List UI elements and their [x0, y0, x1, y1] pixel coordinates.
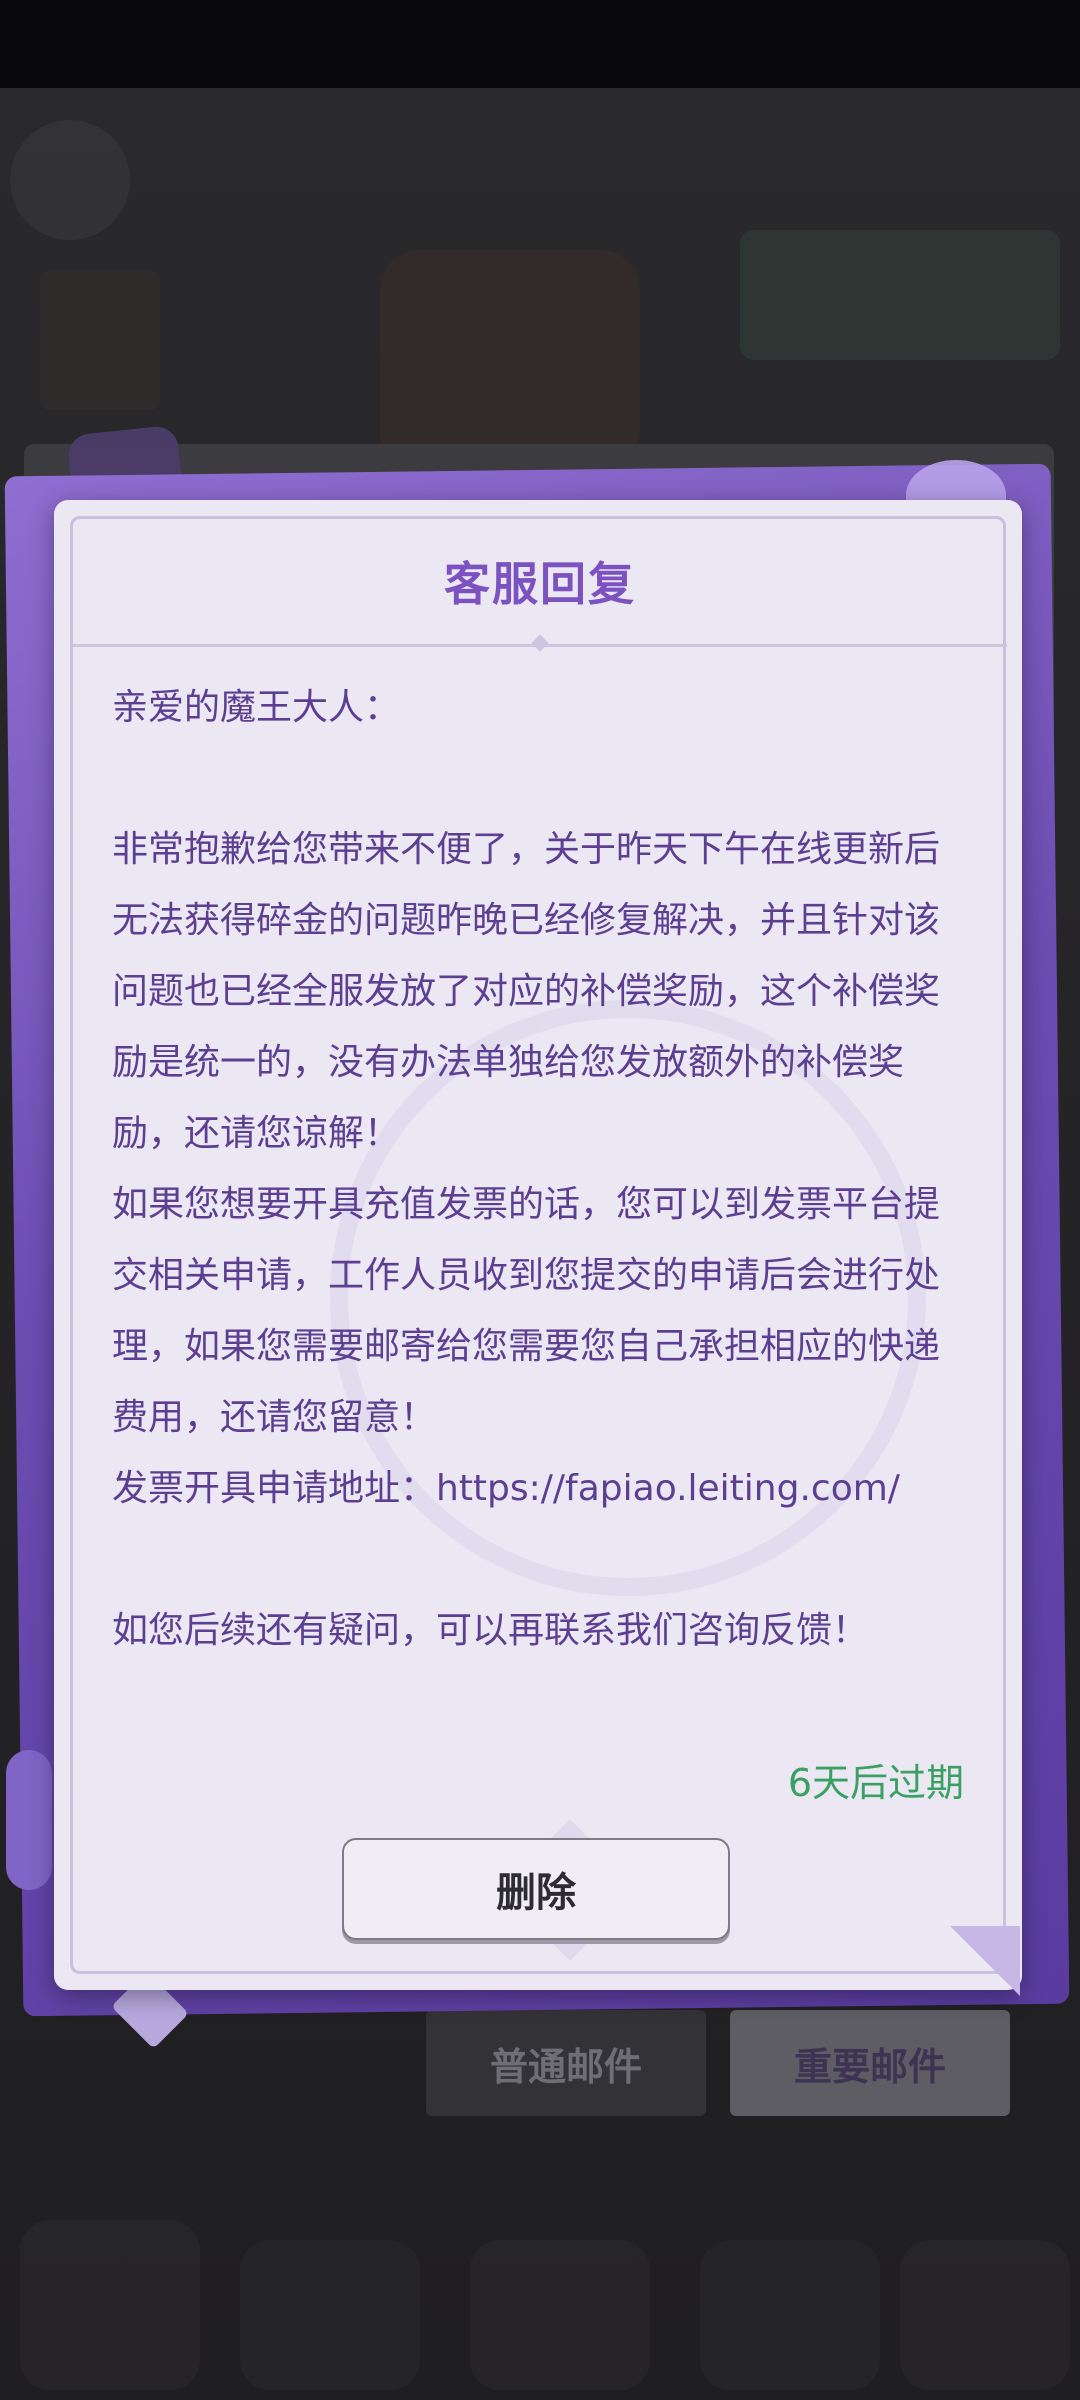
- closing-text: 如您后续还有疑问，可以再联系我们咨询反馈！: [112, 1610, 869, 1651]
- page-corner-fold: [950, 1926, 1020, 1996]
- delete-button[interactable]: 删除: [342, 1838, 730, 1940]
- bottom-nav-item: [20, 2220, 200, 2390]
- message-paragraph: 如果您想要开具充值发票的话，您可以到发票平台提交相关申请，工作人员收到您提交的申…: [112, 1184, 941, 1438]
- bottom-nav-item: [900, 2240, 1070, 2390]
- greeting: 亲爱的魔王大人：: [112, 687, 401, 728]
- bottom-nav-item: [700, 2240, 880, 2390]
- ribbon-decoration: [6, 1750, 52, 1890]
- bottom-nav-item: [470, 2240, 650, 2390]
- bottom-nav-item: [240, 2240, 420, 2390]
- message-body: 亲爱的魔王大人： 非常抱歉给您带来不便了，关于昨天下午在线更新后无法获得碎金的问…: [112, 672, 972, 1666]
- background-decoration: [740, 230, 1060, 360]
- avatar: [10, 120, 130, 240]
- message-paragraph: 非常抱歉给您带来不便了，关于昨天下午在线更新后无法获得碎金的问题昨晚已经修复解决…: [112, 829, 941, 1154]
- background-decoration: [40, 270, 160, 410]
- invoice-link-text[interactable]: 发票开具申请地址：https://fapiao.leiting.com/: [112, 1453, 972, 1524]
- tab-normal-mail[interactable]: 普通邮件: [426, 2010, 706, 2116]
- tab-important-mail[interactable]: 重要邮件: [730, 2010, 1010, 2116]
- status-bar: [0, 0, 1080, 88]
- background-decoration: [380, 250, 640, 470]
- dialog-title: 客服回复: [444, 557, 636, 611]
- expiry-label: 6天后过期: [787, 1761, 964, 1805]
